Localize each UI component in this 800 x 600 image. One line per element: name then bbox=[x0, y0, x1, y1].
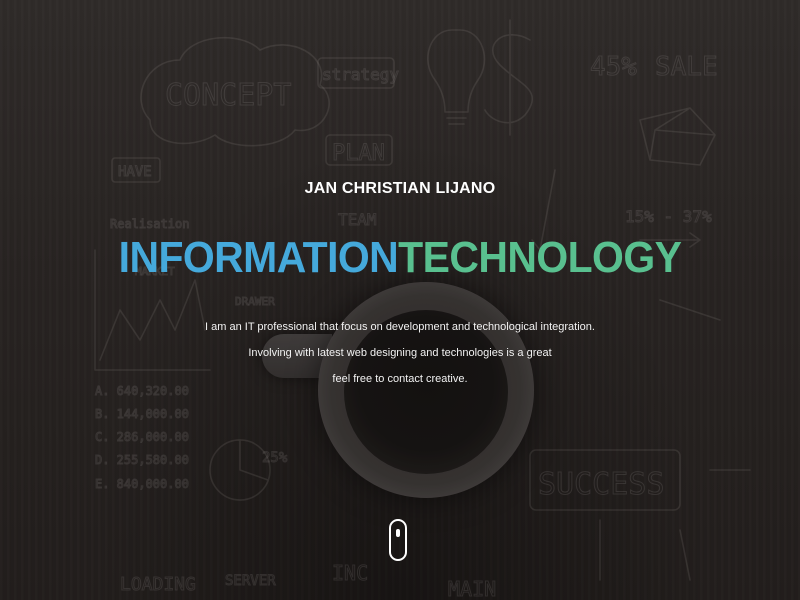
hero-section: CONCEPT strategy PLAN TEAM HAVE Realisat… bbox=[0, 0, 800, 600]
main-headline: INFORMATIONTECHNOLOGY bbox=[28, 228, 772, 288]
mouse-wheel-icon bbox=[396, 529, 400, 537]
description-line-2: Involving with latest web designing and … bbox=[248, 347, 552, 359]
description-line-1: I am an IT professional that focus on de… bbox=[205, 321, 595, 333]
hero-description: I am an IT professional that focus on de… bbox=[0, 314, 800, 392]
mouse-scroll-icon[interactable] bbox=[389, 519, 407, 561]
hero-content: JAN CHRISTIAN LIJANO INFORMATIONTECHNOLO… bbox=[0, 0, 800, 600]
description-line-3: feel free to contact creative. bbox=[332, 373, 468, 385]
headline-information: INFORMATION bbox=[118, 233, 399, 282]
headline-technology: TECHNOLOGY bbox=[398, 233, 682, 282]
author-name: JAN CHRISTIAN LIJANO bbox=[304, 180, 496, 197]
